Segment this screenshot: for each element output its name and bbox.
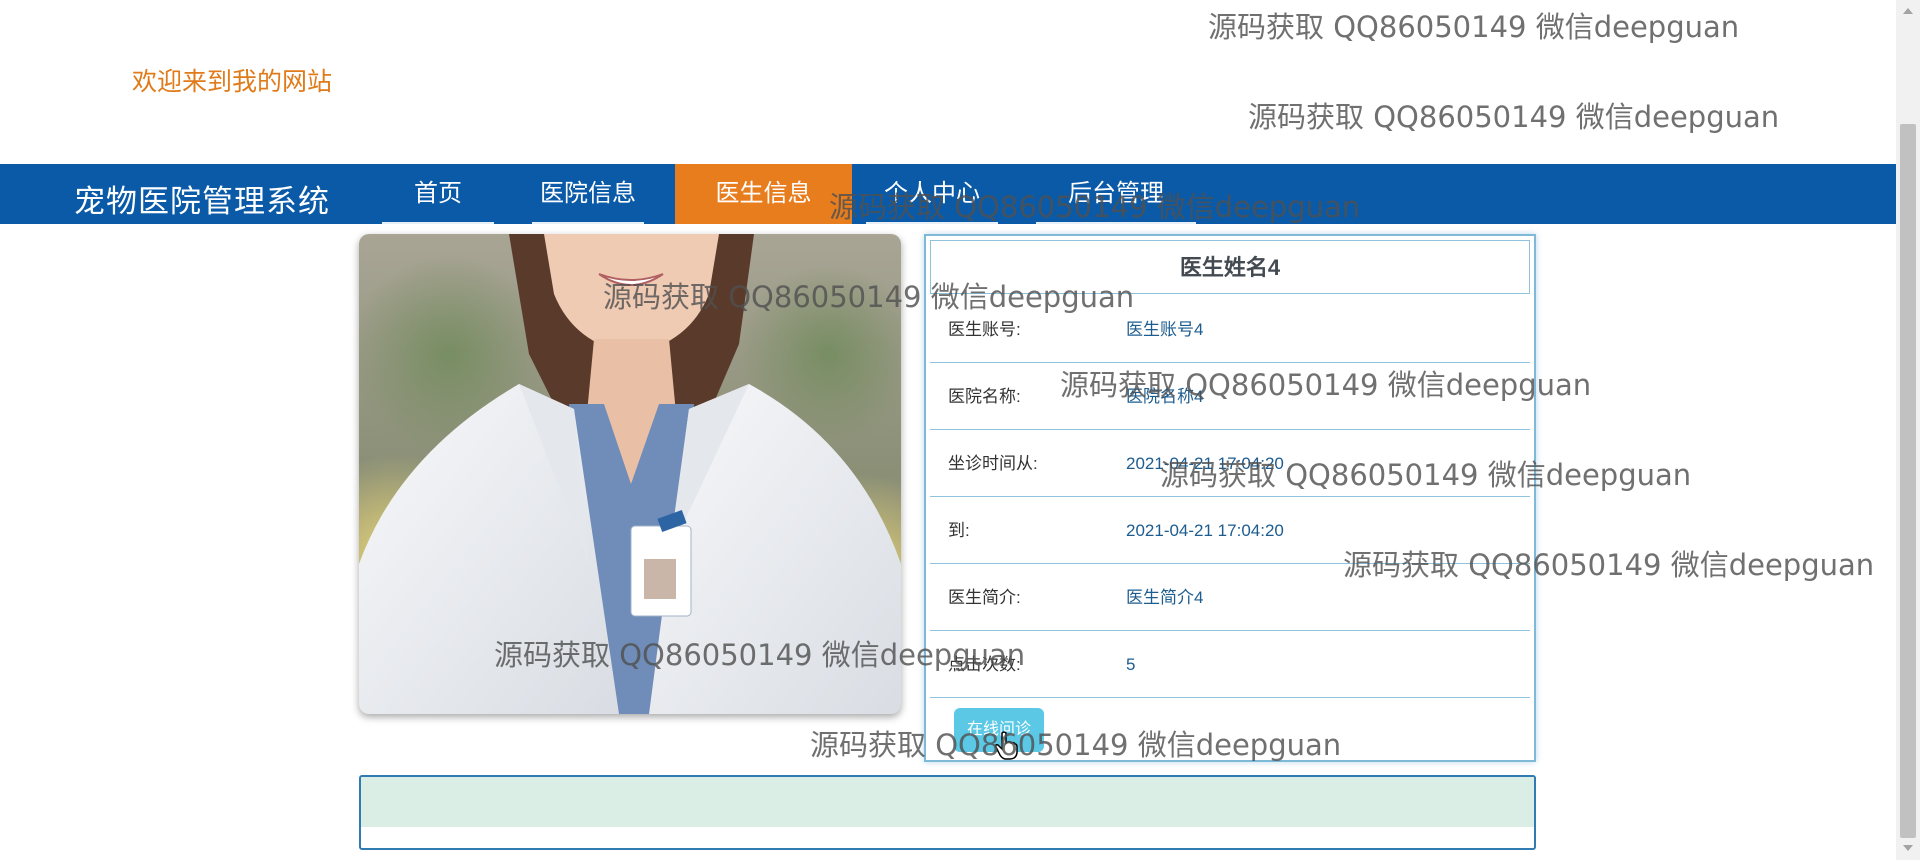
nav-item-doctor-info[interactable]: 医生信息 xyxy=(675,164,852,224)
field-row-account: 医生账号: 医生账号4 xyxy=(930,296,1530,363)
nav-item-admin[interactable]: 后台管理 xyxy=(1032,164,1200,224)
field-value: 医生简介4 xyxy=(1126,588,1204,607)
doctor-photo-image xyxy=(359,234,901,714)
arrow-down-icon xyxy=(1903,845,1913,851)
page-scrollbar[interactable] xyxy=(1896,0,1920,860)
site-title: 宠物医院管理系统 xyxy=(74,184,330,219)
field-row-intro: 医生简介: 医生简介4 xyxy=(930,564,1530,631)
nav-item-label: 后台管理 xyxy=(1068,180,1164,207)
field-label: 医院名称: xyxy=(948,387,1021,406)
comment-section xyxy=(359,775,1536,850)
doctor-name: 医生姓名4 xyxy=(930,240,1530,294)
comment-header-band xyxy=(361,777,1534,827)
field-value: 医生账号4 xyxy=(1126,320,1204,339)
nav-item-personal-center[interactable]: 个人中心 xyxy=(862,164,1002,224)
welcome-text: 欢迎来到我的网站 xyxy=(132,68,333,96)
nav-item-label: 医生信息 xyxy=(715,180,812,207)
field-row-hospital: 医院名称: 医院名称4 xyxy=(930,363,1530,430)
field-label: 坐诊时间从: xyxy=(948,454,1038,473)
doctor-photo xyxy=(359,234,901,714)
field-row-time-to: 到: 2021-04-21 17:04:20 xyxy=(930,497,1530,564)
site-header: 欢迎来到我的网站 xyxy=(0,0,1896,164)
hand-cursor-icon xyxy=(995,731,1018,760)
field-label: 医生简介: xyxy=(948,588,1021,607)
main-navbar: 宠物医院管理系统 首页 医院信息 医生信息 个人中心 后台管理 xyxy=(0,164,1896,224)
nav-item-label: 首页 xyxy=(414,180,462,207)
nav-item-hospital-info[interactable]: 医院信息 xyxy=(528,164,648,224)
arrow-up-icon xyxy=(1903,8,1913,14)
nav-item-label: 医院信息 xyxy=(540,180,636,207)
scroll-thumb[interactable] xyxy=(1900,124,1916,838)
field-row-time-from: 坐诊时间从: 2021-04-21 17:04:20 xyxy=(930,430,1530,497)
field-value: 2021-04-21 17:04:20 xyxy=(1126,454,1284,473)
field-value: 医院名称4 xyxy=(1126,387,1204,406)
field-label: 点击次数: xyxy=(948,655,1021,674)
scroll-up-button[interactable] xyxy=(1896,0,1920,24)
field-row-clicks: 点击次数: 5 xyxy=(930,631,1530,698)
nav-item-home[interactable]: 首页 xyxy=(378,164,498,224)
nav-item-label: 个人中心 xyxy=(884,180,980,207)
doctor-info-panel: 医生姓名4 医生账号: 医生账号4 医院名称: 医院名称4 坐诊时间从: 202… xyxy=(924,234,1536,762)
field-value: 2021-04-21 17:04:20 xyxy=(1126,521,1284,540)
scroll-down-button[interactable] xyxy=(1896,836,1920,860)
field-label: 医生账号: xyxy=(948,320,1021,339)
field-label: 到: xyxy=(948,521,970,540)
field-value: 5 xyxy=(1126,655,1136,674)
